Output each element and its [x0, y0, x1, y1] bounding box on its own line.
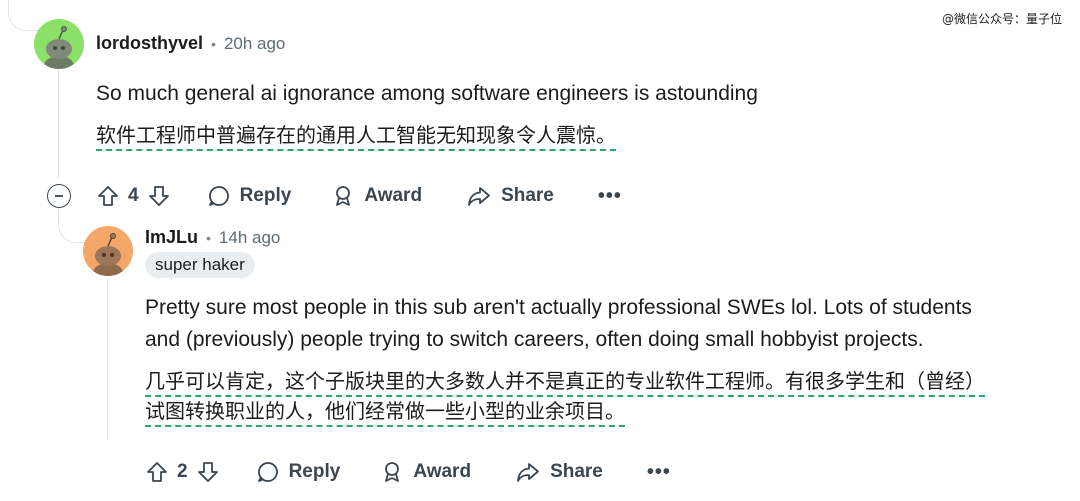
- thread-line-reply-connector: [58, 210, 87, 243]
- timestamp[interactable]: 14h ago: [219, 228, 280, 248]
- award-button[interactable]: Award: [380, 460, 471, 484]
- timestamp[interactable]: 20h ago: [224, 34, 285, 54]
- award-icon: [331, 184, 355, 208]
- minus-icon: [55, 195, 63, 197]
- thread-line-parent: [8, 0, 41, 31]
- comment-text: So much general ai ignorance among softw…: [96, 82, 758, 105]
- share-label: Share: [550, 461, 603, 482]
- avatar[interactable]: [83, 226, 133, 276]
- award-button[interactable]: Award: [331, 184, 422, 208]
- reply-button[interactable]: Reply: [207, 184, 292, 208]
- comment-bubble-icon: [256, 460, 280, 484]
- translation-line: 几乎可以肯定，这个子版块里的大多数人并不是真正的专业软件工程师。有很多学生和（曾…: [145, 369, 985, 393]
- share-button[interactable]: Share: [515, 460, 603, 484]
- share-button[interactable]: Share: [466, 184, 554, 208]
- comment-text-line: Pretty sure most people in this sub aren…: [145, 296, 972, 319]
- downvote-icon[interactable]: [147, 184, 171, 208]
- share-label: Share: [501, 185, 554, 206]
- collapse-thread-button[interactable]: [47, 184, 71, 208]
- vote-count: 4: [128, 185, 139, 206]
- upvote-icon[interactable]: [96, 184, 120, 208]
- downvote-icon[interactable]: [196, 460, 220, 484]
- snoo-avatar-icon: [83, 226, 133, 276]
- separator: •: [206, 229, 211, 246]
- username[interactable]: lordosthyvel: [96, 33, 203, 54]
- share-icon: [515, 460, 541, 484]
- separator: •: [211, 35, 216, 52]
- user-flair: super haker: [145, 252, 255, 278]
- comment-text: Pretty sure most people in this sub aren…: [145, 292, 972, 356]
- comment-translation: 几乎可以肯定，这个子版块里的大多数人并不是真正的专业软件工程师。有很多学生和（曾…: [145, 366, 985, 426]
- comment-actions: 4 Reply Award Share •••: [96, 176, 622, 216]
- avatar[interactable]: [34, 19, 84, 69]
- reply-label: Reply: [239, 185, 292, 206]
- comment-bubble-icon: [207, 184, 231, 208]
- watermark: @微信公众号：量子位: [941, 12, 1062, 26]
- comment-header: ImJLu • 14h ago: [145, 227, 280, 248]
- award-label: Award: [413, 461, 472, 482]
- comment-translation: 软件工程师中普遍存在的通用人工智能无知现象令人震惊。: [96, 123, 616, 147]
- reply-button[interactable]: Reply: [256, 460, 341, 484]
- more-options-button[interactable]: •••: [647, 461, 671, 484]
- more-options-button[interactable]: •••: [598, 185, 622, 208]
- thread-line: [58, 70, 59, 178]
- comment-header: lordosthyvel • 20h ago: [96, 33, 285, 54]
- translation-line: 试图转换职业的人，他们经常做一些小型的业余项目。: [145, 399, 625, 423]
- vote-count: 2: [177, 461, 188, 482]
- award-label: Award: [364, 185, 423, 206]
- comment-actions: 2 Reply Award Share •••: [145, 452, 671, 492]
- comment-text-line: and (previously) people trying to switch…: [145, 328, 924, 351]
- username[interactable]: ImJLu: [145, 227, 198, 248]
- upvote-icon[interactable]: [145, 460, 169, 484]
- snoo-avatar-icon: [34, 19, 84, 69]
- reply-label: Reply: [288, 461, 341, 482]
- share-icon: [466, 184, 492, 208]
- thread-line-reply: [107, 278, 108, 438]
- award-icon: [380, 460, 404, 484]
